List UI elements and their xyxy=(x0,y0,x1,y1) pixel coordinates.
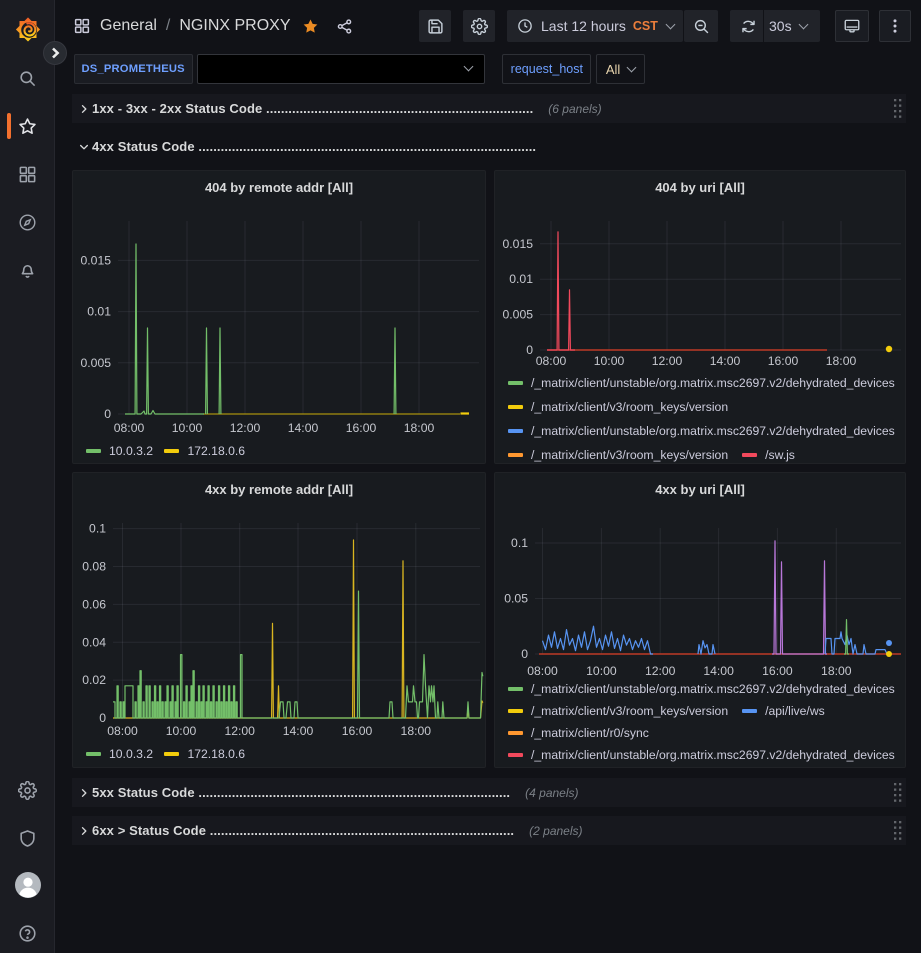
svg-text:16:00: 16:00 xyxy=(342,724,373,738)
svg-text:10:00: 10:00 xyxy=(172,421,203,435)
svg-text:14:00: 14:00 xyxy=(283,724,314,738)
svg-text:0.1: 0.1 xyxy=(511,536,528,550)
svg-text:0.005: 0.005 xyxy=(503,308,534,322)
svg-text:14:00: 14:00 xyxy=(703,664,734,678)
svg-text:0.015: 0.015 xyxy=(503,237,534,251)
svg-text:0.005: 0.005 xyxy=(81,356,112,370)
svg-text:0.01: 0.01 xyxy=(87,305,111,319)
svg-text:14:00: 14:00 xyxy=(710,354,741,368)
svg-text:0.02: 0.02 xyxy=(82,673,106,687)
svg-text:0: 0 xyxy=(99,711,106,725)
svg-text:16:00: 16:00 xyxy=(768,354,799,368)
svg-text:12:00: 12:00 xyxy=(652,354,683,368)
svg-text:0.06: 0.06 xyxy=(82,597,106,611)
svg-text:0.015: 0.015 xyxy=(81,253,112,267)
svg-text:0.08: 0.08 xyxy=(82,560,106,574)
svg-text:12:00: 12:00 xyxy=(645,664,676,678)
svg-text:12:00: 12:00 xyxy=(224,724,255,738)
svg-text:12:00: 12:00 xyxy=(230,421,261,435)
svg-text:10:00: 10:00 xyxy=(166,724,197,738)
svg-text:08:00: 08:00 xyxy=(107,724,138,738)
svg-text:0: 0 xyxy=(521,647,528,661)
svg-text:16:00: 16:00 xyxy=(762,664,793,678)
svg-text:08:00: 08:00 xyxy=(527,664,558,678)
svg-text:0: 0 xyxy=(104,407,111,421)
svg-text:08:00: 08:00 xyxy=(536,354,567,368)
svg-text:10:00: 10:00 xyxy=(594,354,625,368)
svg-text:0.1: 0.1 xyxy=(89,522,106,536)
svg-text:16:00: 16:00 xyxy=(346,421,377,435)
svg-text:0: 0 xyxy=(526,343,533,357)
svg-text:18:00: 18:00 xyxy=(401,724,432,738)
svg-text:10:00: 10:00 xyxy=(586,664,617,678)
svg-text:0.04: 0.04 xyxy=(82,635,106,649)
svg-text:14:00: 14:00 xyxy=(288,421,319,435)
svg-text:0.01: 0.01 xyxy=(509,272,533,286)
svg-text:0.05: 0.05 xyxy=(504,592,528,606)
svg-text:18:00: 18:00 xyxy=(821,664,852,678)
svg-text:18:00: 18:00 xyxy=(404,421,435,435)
svg-text:08:00: 08:00 xyxy=(114,421,145,435)
svg-text:18:00: 18:00 xyxy=(826,354,857,368)
